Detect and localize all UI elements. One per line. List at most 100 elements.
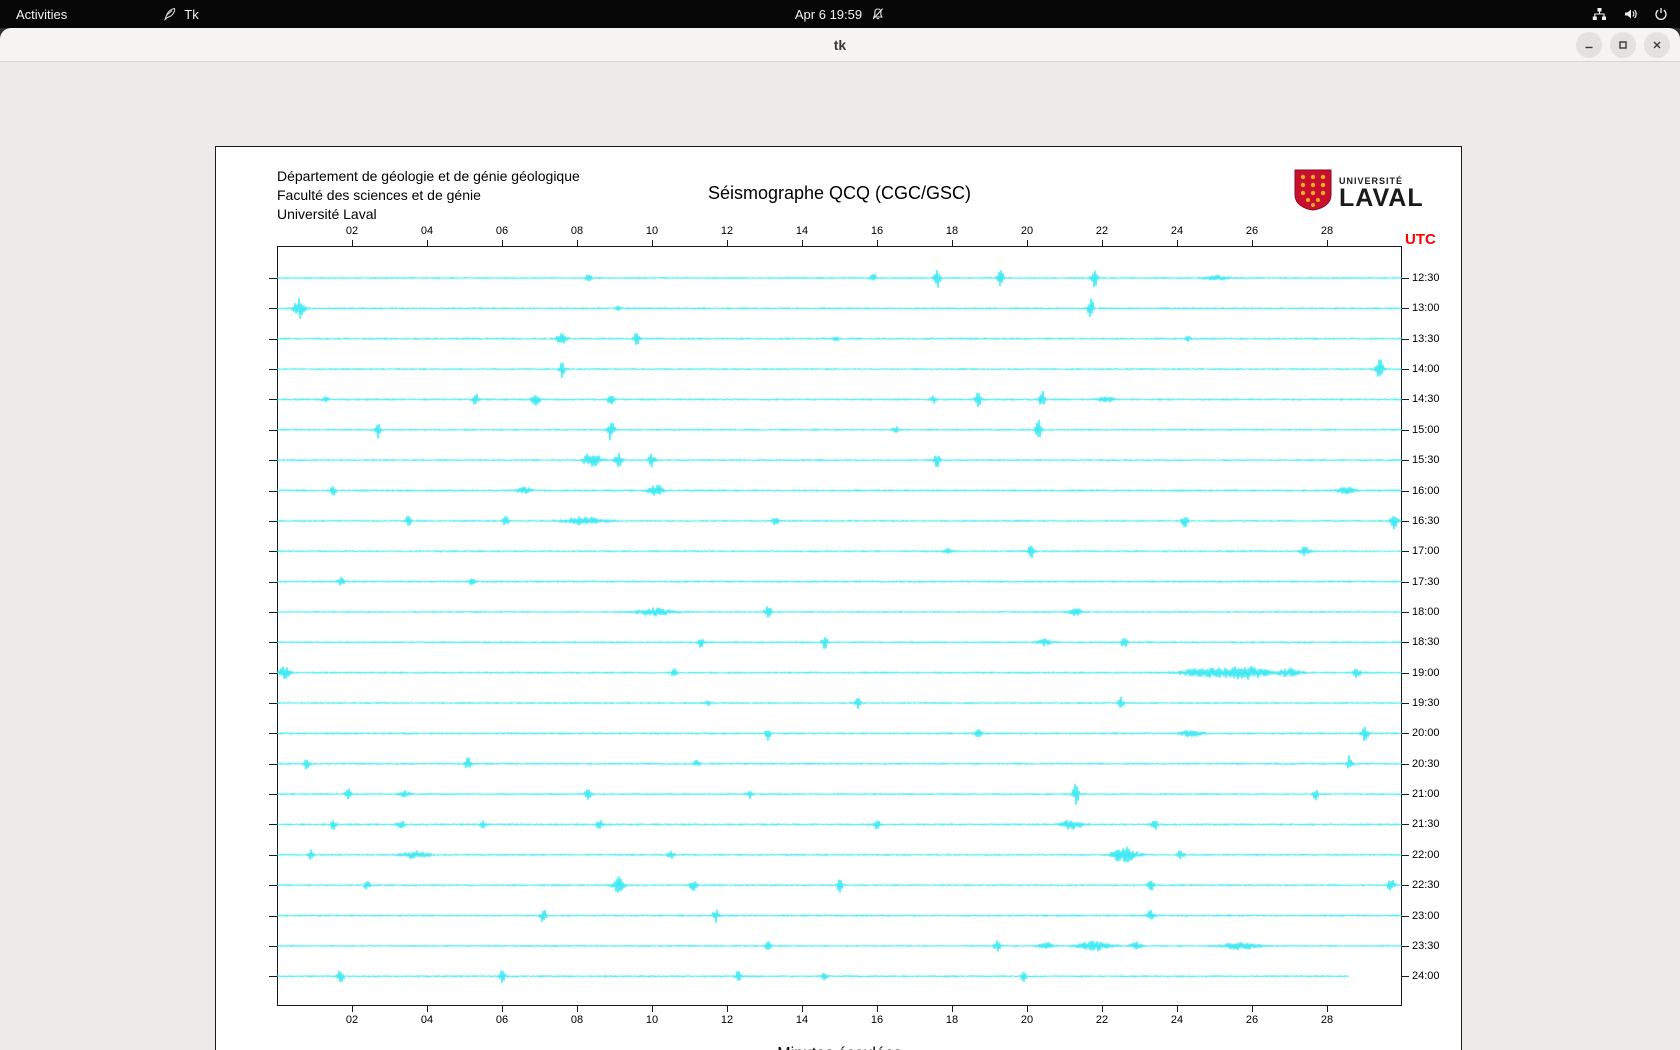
power-icon bbox=[1654, 7, 1668, 21]
trace-tick-right bbox=[1402, 338, 1409, 340]
trace-tick-left bbox=[269, 703, 277, 705]
x-tick-top bbox=[952, 240, 953, 246]
x-tick-label-bottom: 14 bbox=[795, 1014, 809, 1026]
utc-time-label: 21:30 bbox=[1412, 818, 1440, 831]
trace-tick-left bbox=[269, 520, 277, 522]
x-tick-bottom bbox=[1252, 1006, 1253, 1012]
focused-app-label: Tk bbox=[184, 6, 199, 22]
x-tick-label-top: 18 bbox=[945, 225, 959, 237]
trace-tick-left bbox=[269, 338, 277, 340]
utc-time-label: 22:30 bbox=[1412, 879, 1440, 892]
x-tick-bottom bbox=[1102, 1006, 1103, 1012]
x-tick-label-top: 02 bbox=[345, 225, 359, 237]
x-axis-title: Minutes écoulées bbox=[216, 1045, 1463, 1050]
x-tick-label-bottom: 08 bbox=[570, 1014, 584, 1026]
focused-app-menu[interactable]: Tk bbox=[149, 0, 212, 28]
x-tick-label-bottom: 28 bbox=[1320, 1014, 1334, 1026]
x-tick-label-bottom: 04 bbox=[420, 1014, 434, 1026]
utc-time-label: 18:00 bbox=[1412, 605, 1440, 618]
x-tick-top bbox=[577, 240, 578, 246]
window-title: tk bbox=[833, 37, 847, 53]
x-tick-label-top: 20 bbox=[1020, 225, 1034, 237]
window-titlebar[interactable]: tk bbox=[0, 28, 1680, 62]
trace-tick-left bbox=[269, 733, 277, 735]
gnome-top-bar: Activities Tk Apr 6 19:59 bbox=[0, 0, 1680, 28]
clock-menu[interactable]: Apr 6 19:59 bbox=[795, 0, 885, 28]
x-tick-label-bottom: 10 bbox=[645, 1014, 659, 1026]
notifications-muted-icon bbox=[871, 7, 885, 21]
utc-time-label: 18:30 bbox=[1412, 636, 1440, 649]
x-tick-bottom bbox=[877, 1006, 878, 1012]
trace-tick-right bbox=[1402, 581, 1409, 583]
utc-label: UTC bbox=[1405, 231, 1436, 248]
trace-tick-right bbox=[1402, 854, 1409, 856]
utc-time-label: 16:00 bbox=[1412, 484, 1440, 497]
x-tick-label-bottom: 12 bbox=[720, 1014, 734, 1026]
utc-time-label: 17:00 bbox=[1412, 545, 1440, 558]
x-tick-bottom bbox=[577, 1006, 578, 1012]
network-tree-icon bbox=[1592, 7, 1607, 21]
trace-tick-left bbox=[269, 369, 277, 371]
x-tick-bottom bbox=[1177, 1006, 1178, 1012]
trace-tick-left bbox=[269, 611, 277, 613]
x-tick-label-top: 28 bbox=[1320, 225, 1334, 237]
utc-time-label: 23:30 bbox=[1412, 939, 1440, 952]
trace-tick-left bbox=[269, 399, 277, 401]
trace-tick-right bbox=[1402, 520, 1409, 522]
utc-time-label: 20:00 bbox=[1412, 727, 1440, 740]
utc-time-label: 14:00 bbox=[1412, 363, 1440, 376]
seismogram-traces-canvas bbox=[277, 246, 1402, 1006]
trace-tick-right bbox=[1402, 915, 1409, 917]
trace-tick-left bbox=[269, 278, 277, 279]
utc-time-label: 15:00 bbox=[1412, 423, 1440, 436]
volume-icon bbox=[1623, 7, 1638, 21]
trace-tick-right bbox=[1402, 308, 1409, 310]
maximize-button[interactable] bbox=[1610, 32, 1636, 58]
trace-tick-right bbox=[1402, 429, 1409, 431]
x-tick-top bbox=[502, 240, 503, 246]
trace-tick-right bbox=[1402, 885, 1409, 887]
system-status-area[interactable] bbox=[1592, 0, 1668, 28]
trace-tick-right bbox=[1402, 551, 1409, 553]
x-tick-top bbox=[1177, 240, 1178, 246]
activities-button[interactable]: Activities bbox=[0, 0, 83, 28]
x-tick-top bbox=[1102, 240, 1103, 246]
trace-tick-left bbox=[269, 642, 277, 644]
laval-shield-icon bbox=[1294, 169, 1332, 216]
x-tick-label-bottom: 26 bbox=[1245, 1014, 1259, 1026]
x-tick-bottom bbox=[727, 1006, 728, 1012]
x-tick-top bbox=[427, 240, 428, 246]
trace-tick-left bbox=[269, 854, 277, 856]
trace-tick-right bbox=[1402, 733, 1409, 735]
tk-feather-icon bbox=[163, 7, 177, 21]
trace-tick-right bbox=[1402, 824, 1409, 826]
trace-tick-left bbox=[269, 763, 277, 765]
trace-tick-left bbox=[269, 581, 277, 583]
utc-time-label: 21:00 bbox=[1412, 788, 1440, 801]
x-tick-label-top: 08 bbox=[570, 225, 584, 237]
utc-time-label: 14:30 bbox=[1412, 393, 1440, 406]
x-tick-label-bottom: 16 bbox=[870, 1014, 884, 1026]
x-tick-top bbox=[1027, 240, 1028, 246]
utc-time-label: 19:00 bbox=[1412, 666, 1440, 679]
utc-time-label: 12:30 bbox=[1412, 272, 1440, 284]
trace-tick-left bbox=[269, 490, 277, 492]
minimize-button[interactable] bbox=[1576, 32, 1602, 58]
utc-time-label: 13:30 bbox=[1412, 332, 1440, 345]
x-tick-label-bottom: 24 bbox=[1170, 1014, 1184, 1026]
trace-tick-right bbox=[1402, 642, 1409, 644]
trace-tick-right bbox=[1402, 611, 1409, 613]
utc-time-label: 20:30 bbox=[1412, 757, 1440, 770]
utc-time-label: 19:30 bbox=[1412, 697, 1440, 710]
x-tick-label-top: 16 bbox=[870, 225, 884, 237]
trace-tick-right bbox=[1402, 369, 1409, 371]
plot-title: Séismographe QCQ (CGC/GSC) bbox=[707, 183, 972, 203]
logo-text-laval: LAVAL bbox=[1339, 183, 1424, 212]
utc-time-label: 23:00 bbox=[1412, 909, 1440, 922]
x-tick-label-top: 04 bbox=[420, 225, 434, 237]
trace-tick-right bbox=[1402, 490, 1409, 492]
trace-tick-left bbox=[269, 945, 277, 947]
x-tick-top bbox=[802, 240, 803, 246]
x-tick-top bbox=[352, 240, 353, 246]
close-button[interactable] bbox=[1644, 32, 1670, 58]
